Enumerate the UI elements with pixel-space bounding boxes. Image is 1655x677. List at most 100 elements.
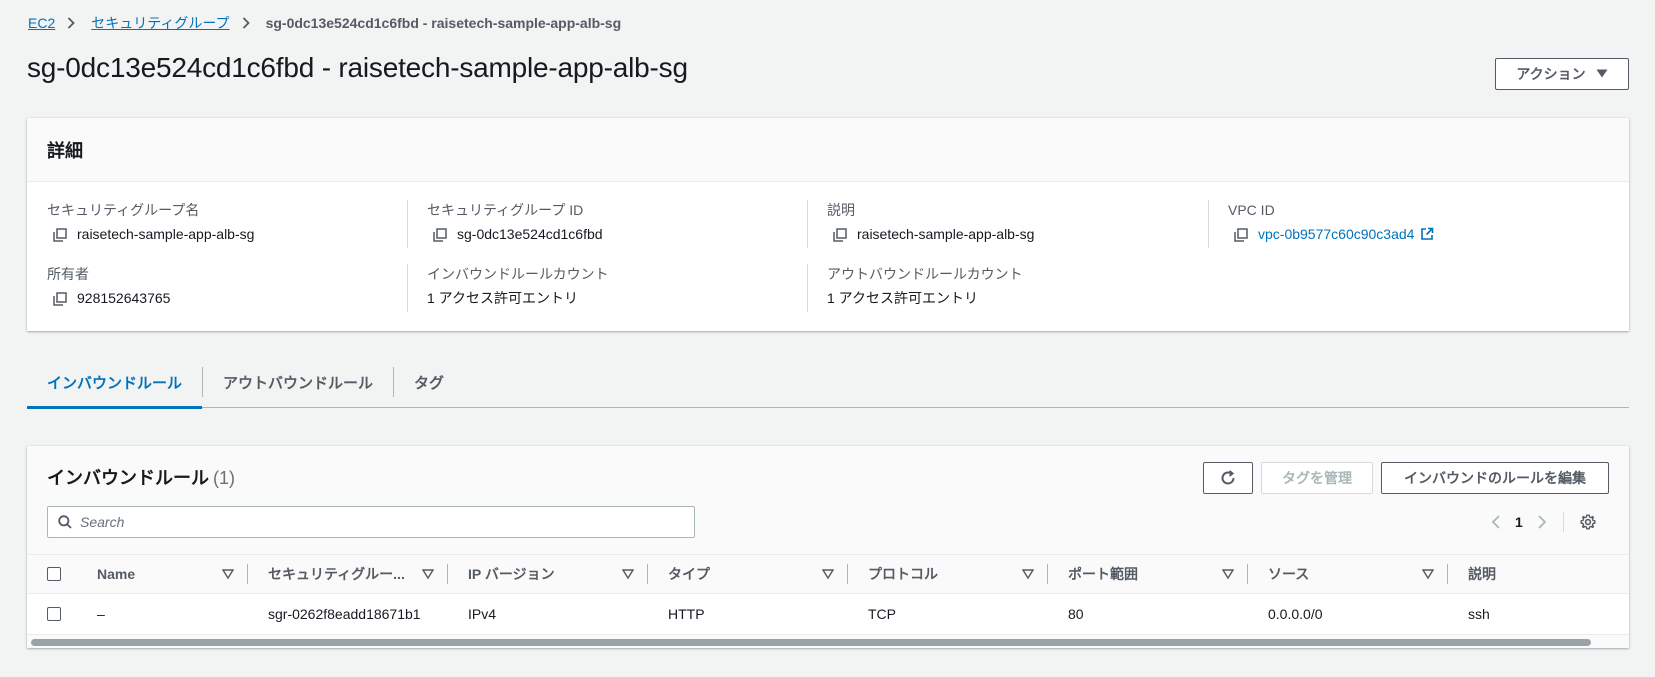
column-header-name[interactable]: Name — [97, 554, 248, 594]
inbound-rules-panel: インバウンドルール(1) タグを管理 インバウンドのルールを編集 1 — [27, 446, 1629, 648]
actions-button[interactable]: アクション — [1495, 58, 1629, 90]
details-header: 詳細 — [27, 118, 1629, 182]
column-divider — [1208, 200, 1209, 248]
detail-value-row: 928152643765 — [47, 288, 407, 308]
chevron-right-icon — [67, 16, 79, 30]
table-cell: sgr-0262f8eadd18671b1 — [268, 606, 421, 622]
column-divider — [407, 264, 408, 312]
column-header-label: ソース — [1268, 566, 1310, 582]
detail-label: 所有者 — [47, 266, 89, 282]
external-link-icon[interactable] — [1420, 227, 1434, 241]
table-cell: 80 — [1068, 606, 1084, 622]
edit-inbound-rules-button[interactable]: インバウンドのルールを編集 — [1381, 462, 1609, 494]
detail-label: VPC ID — [1228, 202, 1275, 218]
detail-value: 1 アクセス許可エントリ — [827, 290, 978, 306]
tab-inbound-rules[interactable]: インバウンドルール — [27, 356, 203, 409]
table-cell: TCP — [868, 606, 896, 622]
rules-count: (1) — [213, 468, 235, 488]
detail-value-row: raisetech-sample-app-alb-sg — [827, 224, 1187, 244]
details-panel: 詳細 セキュリティグループ名 raisetech-sample-app-alb-… — [27, 118, 1629, 331]
detail-label: セキュリティグループ ID — [427, 202, 584, 218]
detail-value: sg-0dc13e524cd1c6fbd — [457, 226, 603, 242]
breadcrumb: EC2 セキュリティグループ sg-0dc13e524cd1c6fbd - ra… — [28, 13, 621, 33]
sort-icon[interactable] — [1421, 567, 1435, 580]
chevron-left-icon[interactable] — [1491, 514, 1501, 530]
table-cell: – — [97, 606, 105, 622]
detail-sg-name: セキュリティグループ名 raisetech-sample-app-alb-sg — [47, 200, 407, 248]
breadcrumb-security-groups-link[interactable]: セキュリティグループ — [91, 13, 229, 33]
actions-button-label: アクション — [1516, 66, 1586, 82]
detail-value: 928152643765 — [77, 290, 171, 306]
breadcrumb-ec2-link[interactable]: EC2 — [28, 15, 55, 31]
gear-icon[interactable] — [1580, 514, 1596, 530]
copy-icon[interactable] — [833, 227, 847, 242]
sort-icon[interactable] — [621, 567, 635, 580]
detail-inbound-count: インバウンドルールカウント 1 アクセス許可エントリ — [407, 264, 787, 312]
copy-icon[interactable] — [1234, 227, 1248, 242]
column-header-ip-version[interactable]: IP バージョン — [448, 554, 648, 594]
select-all-checkbox[interactable] — [47, 567, 61, 581]
column-header-label: ポート範囲 — [1068, 566, 1138, 582]
horizontal-scrollbar[interactable] — [27, 634, 1629, 648]
column-header-label: 説明 — [1468, 566, 1496, 582]
chevron-right-icon — [242, 16, 254, 30]
detail-description: 説明 raisetech-sample-app-alb-sg — [807, 200, 1187, 248]
column-header-label: プロトコル — [868, 566, 938, 582]
sort-icon[interactable] — [821, 567, 835, 580]
search-icon — [58, 515, 72, 529]
row-checkbox[interactable] — [47, 607, 61, 621]
manage-tags-button[interactable]: タグを管理 — [1261, 462, 1373, 494]
column-divider — [807, 200, 808, 248]
tab-tags[interactable]: タグ — [394, 356, 464, 408]
table-cell: ssh — [1468, 606, 1490, 622]
sort-icon[interactable] — [1021, 567, 1035, 580]
column-divider — [807, 264, 808, 312]
rules-title: インバウンドルール (1) — [47, 464, 235, 490]
search-input[interactable] — [80, 514, 680, 530]
detail-value: raisetech-sample-app-alb-sg — [857, 226, 1035, 242]
detail-value-row: vpc-0b9577c60c90c3ad4 — [1228, 224, 1588, 244]
refresh-button[interactable] — [1203, 462, 1253, 494]
column-header-port-range[interactable]: ポート範囲 — [1048, 554, 1248, 594]
column-header-label: Name — [97, 566, 136, 582]
row-checkbox-cell — [27, 594, 97, 634]
table-row[interactable]: – sgr-0262f8eadd18671b1 IPv4 HTTP TCP 80… — [27, 594, 1629, 634]
pager-divider — [1562, 512, 1564, 532]
column-divider — [407, 200, 408, 248]
vpc-id-link[interactable]: vpc-0b9577c60c90c3ad4 — [1258, 224, 1414, 244]
copy-icon[interactable] — [53, 291, 67, 306]
detail-vpc-id: VPC ID vpc-0b9577c60c90c3ad4 — [1208, 200, 1588, 248]
detail-label: インバウンドルールカウント — [427, 266, 609, 282]
detail-value-row: raisetech-sample-app-alb-sg — [47, 224, 407, 244]
detail-value: 1 アクセス許可エントリ — [427, 290, 578, 306]
chevron-right-icon[interactable] — [1537, 514, 1547, 530]
sort-icon[interactable] — [1221, 567, 1235, 580]
table-cell: 0.0.0.0/0 — [1268, 606, 1323, 622]
copy-icon[interactable] — [433, 227, 447, 242]
detail-label: 説明 — [827, 202, 855, 218]
rules-header: インバウンドルール(1) タグを管理 インバウンドのルールを編集 1 — [27, 446, 1629, 554]
detail-outbound-count: アウトバウンドルールカウント 1 アクセス許可エントリ — [807, 264, 1187, 312]
detail-label: アウトバウンドルールカウント — [827, 266, 1023, 282]
rules-title-text: インバウンドルール — [47, 468, 209, 488]
sort-icon[interactable] — [221, 567, 235, 580]
column-header-security-group-rule[interactable]: セキュリティグルー... — [248, 554, 448, 594]
copy-icon[interactable] — [53, 227, 67, 242]
table-cell: HTTP — [668, 606, 705, 622]
sort-icon[interactable] — [421, 567, 435, 580]
tab-bar: インバウンドルール アウトバウンドルール タグ — [27, 356, 1629, 409]
table-header-row: Name セキュリティグルー... IP バージョン タイプ プロトコル ポート… — [27, 554, 1629, 594]
detail-label: セキュリティグループ名 — [47, 202, 200, 218]
pagination: 1 — [1491, 512, 1596, 532]
column-header-source[interactable]: ソース — [1248, 554, 1448, 594]
tab-outbound-rules[interactable]: アウトバウンドルール — [203, 356, 393, 408]
detail-sg-id: セキュリティグループ ID sg-0dc13e524cd1c6fbd — [407, 200, 787, 248]
column-header-label: タイプ — [668, 566, 710, 582]
column-header-type[interactable]: タイプ — [648, 554, 848, 594]
column-header-description[interactable]: 説明 — [1448, 554, 1629, 594]
inbound-rules-table: Name セキュリティグルー... IP バージョン タイプ プロトコル ポート… — [27, 554, 1629, 634]
detail-value: raisetech-sample-app-alb-sg — [77, 226, 255, 242]
page-number[interactable]: 1 — [1515, 514, 1523, 530]
scrollbar-thumb[interactable] — [31, 639, 1591, 646]
column-header-protocol[interactable]: プロトコル — [848, 554, 1048, 594]
